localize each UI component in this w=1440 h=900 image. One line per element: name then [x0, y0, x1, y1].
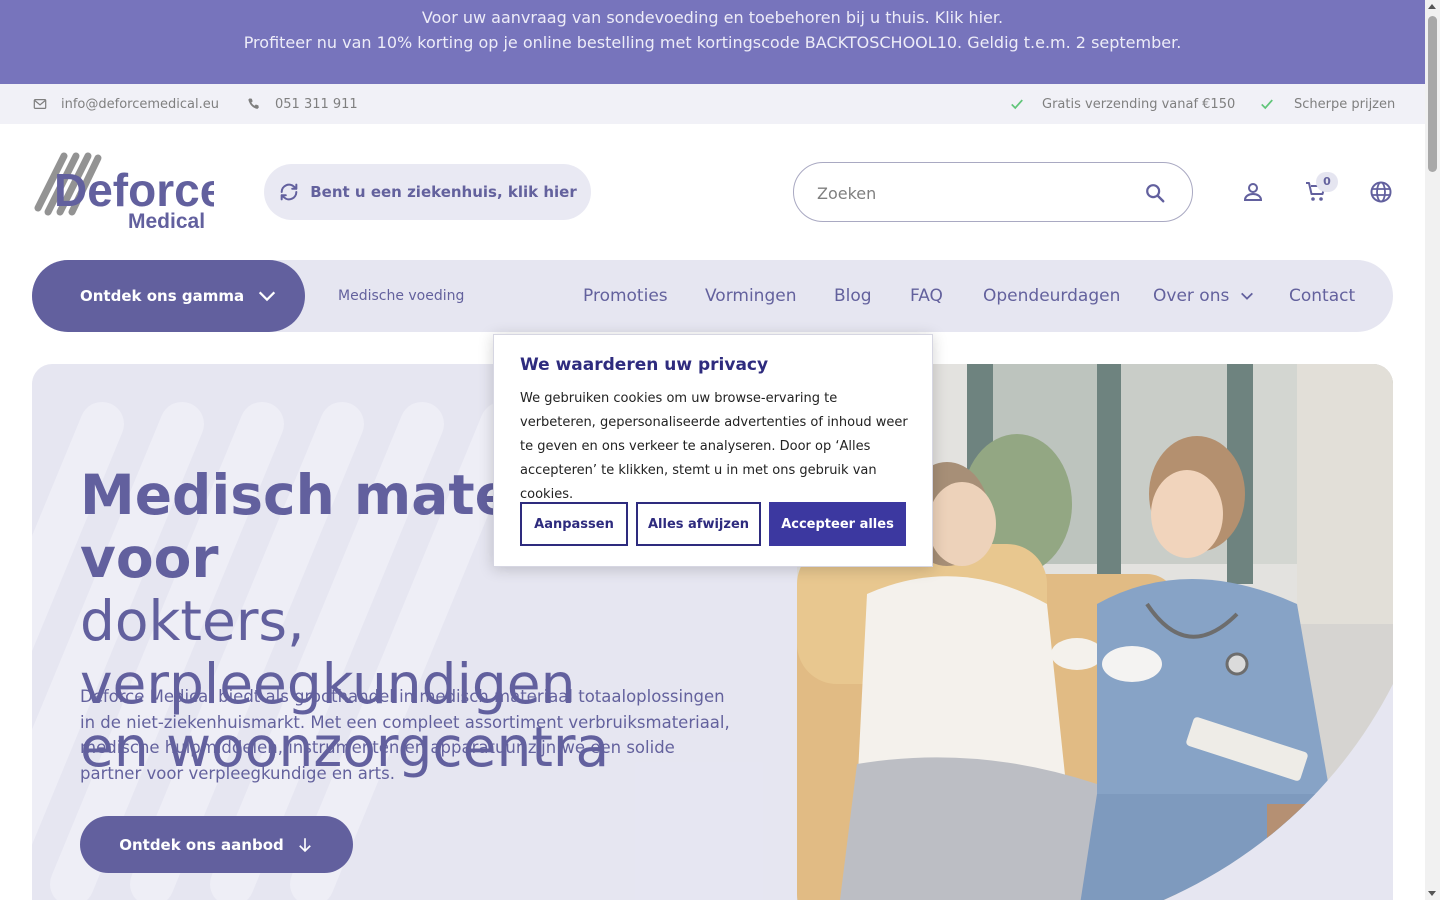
page-scrollbar[interactable] — [1425, 0, 1440, 900]
reject-all-cookies-button[interactable]: Alles afwijzen — [636, 502, 761, 546]
cookie-dialog-title: We waarderen uw privacy — [520, 355, 769, 375]
scroll-up-arrow[interactable] — [1428, 4, 1436, 9]
scrollbar-thumb[interactable] — [1428, 16, 1437, 172]
accept-all-cookies-button[interactable]: Accepteer alles — [769, 502, 906, 546]
cookie-dialog-text: We gebruiken cookies om uw browse-ervari… — [520, 391, 908, 502]
cookie-consent-dialog: We waarderen uw privacy We gebruiken coo… — [493, 334, 933, 567]
page: Voor uw aanvraag van sondevoeding en toe… — [0, 0, 1425, 900]
customize-cookies-button[interactable]: Aanpassen — [520, 502, 628, 546]
cookie-dialog-actions: Aanpassen Alles afwijzen Accepteer alles — [520, 502, 906, 546]
scroll-down-arrow[interactable] — [1428, 891, 1436, 896]
